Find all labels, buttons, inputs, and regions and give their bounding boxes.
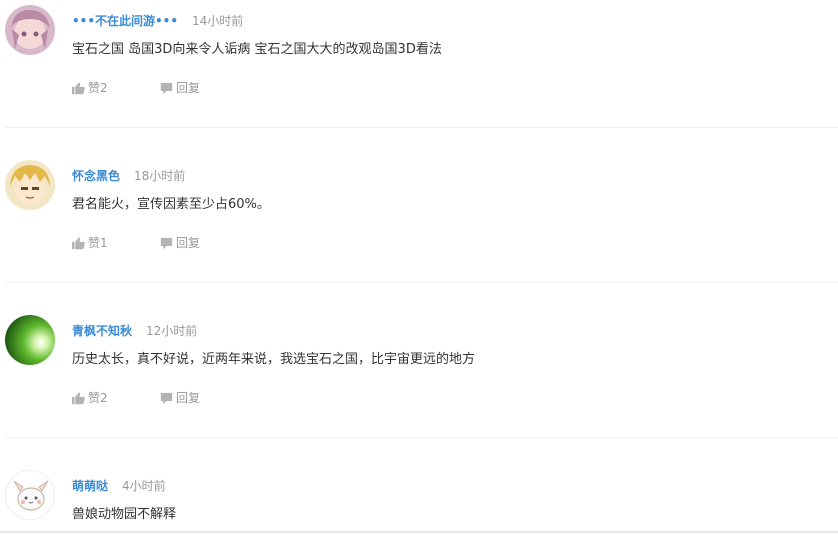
like-count: 赞2 <box>88 81 108 95</box>
thumbs-up-icon <box>72 237 85 249</box>
comment-text: 兽娘动物园不解释 <box>72 507 177 522</box>
avatar[interactable] <box>5 470 55 520</box>
like-button[interactable]: 赞2 <box>72 390 160 406</box>
comment-text: 历史太长，真不好说，近两年来说，我选宝石之国，比宇宙更远的地方 <box>72 352 476 367</box>
like-button[interactable]: 赞2 <box>72 80 160 96</box>
avatar[interactable] <box>5 5 55 55</box>
reply-label: 回复 <box>176 236 201 250</box>
avatar[interactable] <box>5 315 55 365</box>
thumbs-up-icon <box>72 392 85 404</box>
like-count: 赞1 <box>88 236 108 250</box>
divider <box>5 127 838 128</box>
timestamp: 4小时前 <box>122 479 166 493</box>
comment-text: 宝石之国 岛国3D向来令人诟病 宝石之国大大的改观岛国3D看法 <box>72 42 442 57</box>
speech-bubble-icon <box>160 82 173 94</box>
reply-button[interactable]: 回复 <box>160 235 200 251</box>
thumbs-up-icon <box>72 82 85 94</box>
reply-button[interactable]: 回复 <box>160 390 200 406</box>
speech-bubble-icon <box>160 237 173 249</box>
avatar[interactable] <box>5 160 55 210</box>
reply-label: 回复 <box>176 81 201 95</box>
username[interactable]: 青枫不知秋 <box>72 324 132 338</box>
comment-meta: 青枫不知秋 12小时前 <box>72 323 197 339</box>
avatar-image <box>6 471 54 519</box>
comment-text: 君名能火，宣传因素至少占60%。 <box>72 197 270 212</box>
comment-meta: •••不在此间游••• 14小时前 <box>72 13 243 29</box>
username[interactable]: 怀念黑色 <box>72 169 120 183</box>
timestamp: 12小时前 <box>146 324 198 338</box>
divider <box>5 437 838 438</box>
comment-meta: 萌萌哒 4小时前 <box>72 478 166 494</box>
avatar-image <box>5 160 55 210</box>
like-count: 赞2 <box>88 391 108 405</box>
avatar-image <box>5 315 55 365</box>
comment-actions: 赞1 回复 <box>72 235 200 251</box>
avatar-image <box>5 5 55 55</box>
comment-actions: 赞2 回复 <box>72 80 200 96</box>
comment-meta: 怀念黑色 18小时前 <box>72 168 185 184</box>
timestamp: 18小时前 <box>134 169 186 183</box>
bottom-border <box>0 531 838 533</box>
timestamp: 14小时前 <box>192 14 244 28</box>
speech-bubble-icon <box>160 392 173 404</box>
comment-actions: 赞2 回复 <box>72 390 200 406</box>
like-button[interactable]: 赞1 <box>72 235 160 251</box>
username[interactable]: 萌萌哒 <box>72 479 108 493</box>
username[interactable]: •••不在此间游••• <box>72 14 178 28</box>
reply-label: 回复 <box>176 391 201 405</box>
reply-button[interactable]: 回复 <box>160 80 200 96</box>
divider <box>5 282 838 283</box>
